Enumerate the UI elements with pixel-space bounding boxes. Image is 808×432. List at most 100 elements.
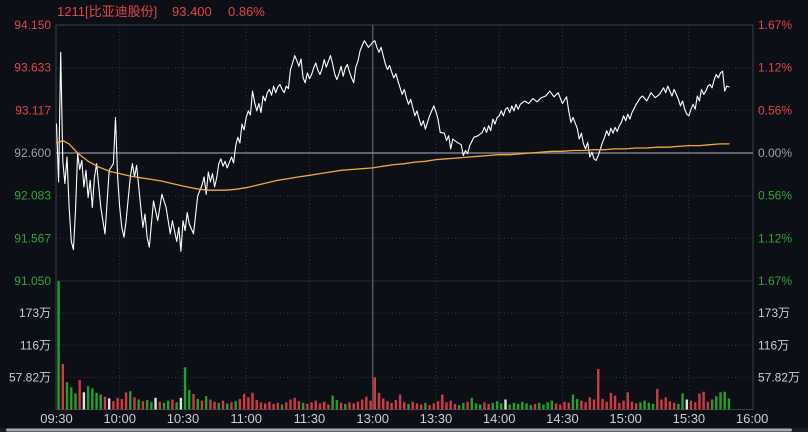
volume-bar — [555, 403, 557, 409]
scrollbar-thumb[interactable] — [6, 429, 792, 432]
volume-bar — [218, 403, 220, 410]
volume-bar — [445, 402, 447, 409]
volume-bar — [369, 401, 371, 410]
volume-bar — [289, 399, 291, 409]
volume-bar — [256, 400, 258, 409]
volume-bar — [348, 402, 350, 409]
volume-bar — [681, 393, 683, 409]
price-axis-label: 92.600 — [14, 146, 51, 160]
volume-bar — [605, 402, 607, 410]
volume-bar — [441, 394, 443, 409]
volume-bar — [205, 396, 207, 409]
volume-bar — [610, 393, 612, 410]
volume-bar — [340, 403, 342, 410]
volume-bar — [517, 404, 519, 410]
volume-bar — [374, 377, 376, 409]
volume-bar — [669, 401, 671, 409]
volume-bar — [437, 401, 439, 409]
volume-bar — [614, 396, 616, 410]
volume-bar — [116, 398, 118, 410]
volume-bar — [483, 402, 485, 409]
volume-bar — [353, 403, 355, 409]
volume-bar — [622, 401, 624, 410]
volume-bar — [454, 404, 456, 410]
volume-bar — [192, 394, 194, 410]
volume-bar — [74, 393, 76, 409]
price-axis-label: 93.633 — [14, 61, 51, 75]
volume-bar — [471, 398, 473, 410]
volume-bar — [559, 404, 561, 409]
volume-bar — [239, 399, 241, 410]
volume-bar — [112, 401, 114, 409]
volume-bar — [428, 405, 430, 409]
volume-axis-label-right: 116万 — [758, 338, 789, 352]
volume-bar — [209, 399, 211, 409]
volume-bar — [416, 403, 418, 409]
time-axis-label: 10:00 — [103, 411, 136, 426]
percent-axis-label: 1.67% — [758, 18, 792, 32]
volume-bar — [542, 404, 544, 409]
volume-bar — [163, 403, 165, 410]
stock-intraday-chart-window: 1211[比亚迪股份] 93.400 0.86% 94.15093.63393.… — [0, 0, 808, 432]
volume-bar — [546, 402, 548, 409]
volume-bar — [719, 392, 721, 409]
volume-bar — [677, 404, 679, 410]
volume-bar — [694, 402, 696, 409]
volume-bar — [184, 367, 186, 409]
time-axis-label: 13:00 — [356, 411, 389, 426]
volume-bar — [382, 398, 384, 409]
volume-bar — [475, 403, 477, 409]
percent-axis-label: 1.12% — [758, 231, 792, 245]
volume-bar — [175, 402, 177, 409]
volume-bar — [230, 402, 232, 409]
volume-bar — [715, 396, 717, 409]
volume-bar — [222, 401, 224, 410]
volume-bar — [281, 404, 283, 409]
volume-bar — [91, 388, 93, 409]
percent-axis-label: 0.56% — [758, 189, 792, 203]
volume-bar — [361, 399, 363, 409]
volume-bar — [601, 399, 603, 410]
volume-bar — [95, 393, 97, 410]
volume-bar — [643, 401, 645, 410]
intraday-chart-canvas[interactable]: 94.15093.63393.11792.60092.08391.56791.0… — [0, 0, 808, 432]
volume-bar — [500, 403, 502, 409]
volume-bar — [378, 393, 380, 410]
volume-bar — [702, 392, 704, 410]
volume-bar — [449, 401, 451, 410]
volume-bar — [302, 403, 304, 410]
volume-bar — [344, 404, 346, 410]
volume-bar — [129, 391, 131, 409]
volume-bar — [589, 397, 591, 409]
volume-bar — [660, 399, 662, 409]
volume-bar — [70, 387, 72, 409]
volume-bar — [298, 401, 300, 409]
volume-bar — [580, 401, 582, 410]
chart-frame — [56, 25, 753, 410]
volume-bar — [336, 400, 338, 409]
volume-bar — [521, 402, 523, 410]
volume-bar — [399, 394, 401, 409]
volume-bar — [568, 403, 570, 410]
volume-bar — [315, 401, 317, 410]
percent-axis-label: 1.67% — [758, 274, 792, 288]
volume-axis-label-left: 116万 — [20, 338, 51, 352]
volume-bar — [639, 402, 641, 409]
time-axis-label: 10:30 — [167, 411, 200, 426]
volume-bar — [150, 402, 152, 409]
volume-bar — [462, 403, 464, 410]
volume-bar — [57, 281, 59, 409]
percent-axis-label: 0.56% — [758, 103, 792, 117]
percent-axis-label: 0.00% — [758, 146, 792, 160]
time-axis-label: 09:30 — [40, 411, 73, 426]
volume-bar — [327, 404, 329, 409]
volume-bar — [509, 404, 511, 409]
volume-bar — [635, 403, 637, 409]
volume-bar — [142, 401, 144, 409]
volume-bar — [226, 403, 228, 409]
volume-bar — [121, 399, 123, 410]
volume-bar — [479, 404, 481, 409]
volume-bar — [234, 401, 236, 409]
volume-bar — [310, 402, 312, 409]
volume-bar — [188, 390, 190, 409]
